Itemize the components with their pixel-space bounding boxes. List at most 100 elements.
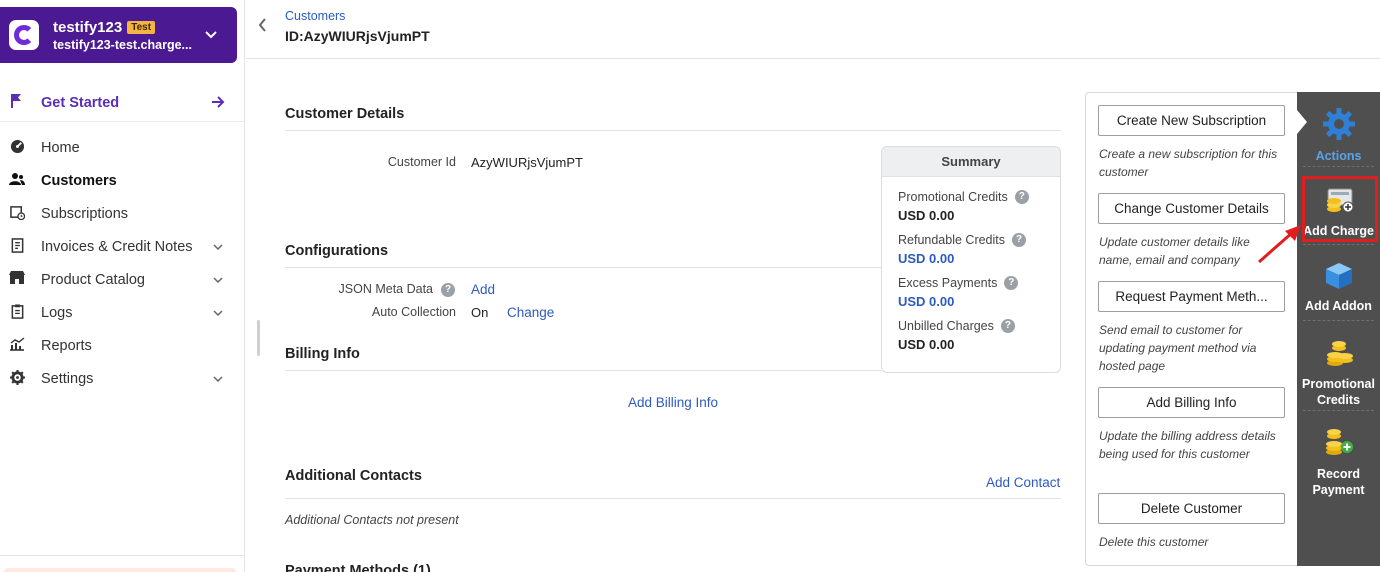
gear-icon	[9, 369, 25, 388]
site-name: testify123 Test	[53, 19, 192, 36]
summary-panel: Summary Promotional Credits? USD 0.00 Re…	[881, 146, 1061, 373]
add-contact-link[interactable]: Add Contact	[986, 475, 1060, 490]
page-header: Customers ID:AzyWIURjsVjumPT	[246, 0, 1380, 59]
divider	[285, 370, 881, 371]
rail-label: Add Addon	[1305, 299, 1372, 313]
site-name-text: testify123	[53, 18, 123, 36]
delete-customer-button[interactable]: Delete Customer	[1098, 493, 1285, 524]
help-icon[interactable]: ?	[1012, 233, 1027, 247]
summary-value-link[interactable]: USD 0.00	[898, 251, 1026, 266]
action-rail: Actions Add Charge Add Addon Promotional…	[1297, 92, 1380, 566]
help-icon[interactable]: ?	[1000, 319, 1015, 333]
summary-label: Unbilled Charges	[898, 319, 994, 333]
add-billing-info-button[interactable]: Add Billing Info	[1098, 387, 1285, 418]
flag-icon	[10, 93, 26, 113]
request-payment-method-button[interactable]: Request Payment Meth...	[1098, 281, 1285, 312]
back-chevron-icon[interactable]	[258, 18, 267, 36]
sidebar-item-label: Customers	[41, 172, 117, 189]
rail-actions-tab[interactable]: Actions	[1297, 106, 1380, 163]
rail-label: Promotional Credits	[1302, 377, 1375, 407]
coins-stack-icon	[1297, 336, 1380, 372]
help-icon[interactable]: ?	[441, 283, 455, 297]
sidebar-item-invoices[interactable]: Invoices & Credit Notes	[0, 230, 245, 263]
sidebar-item-label: Invoices & Credit Notes	[41, 238, 193, 255]
sidebar-item-logs[interactable]: Logs	[0, 296, 245, 329]
dashboard-icon	[9, 139, 25, 157]
payment-methods-heading: Payment Methods (1)	[285, 563, 431, 572]
summary-label: Excess Payments	[898, 276, 998, 290]
customer-id-value: AzyWIURjsVjumPT	[471, 155, 583, 170]
divider	[285, 267, 881, 268]
customer-details-heading: Customer Details	[285, 106, 405, 122]
billing-info-heading: Billing Info	[285, 346, 360, 362]
sidebar-item-label: Logs	[41, 304, 73, 321]
divider	[285, 498, 1061, 499]
arrow-right-icon	[211, 93, 225, 113]
rail-promotional-credits[interactable]: Promotional Credits	[1297, 336, 1380, 408]
change-customer-details-button[interactable]: Change Customer Details	[1098, 193, 1285, 224]
action-description: Delete this customer	[1099, 535, 1209, 549]
add-json-meta-link[interactable]: Add	[471, 282, 495, 297]
sidebar: testify123 Test testify123-test.charge..…	[0, 0, 245, 572]
summary-promotional-credits: Promotional Credits? USD 0.00	[898, 190, 1029, 223]
summary-refundable-credits: Refundable Credits? USD 0.00	[898, 233, 1027, 266]
site-info: testify123 Test testify123-test.charge..…	[53, 19, 192, 52]
rail-divider	[1303, 410, 1374, 411]
store-icon	[9, 271, 25, 288]
coins-add-icon	[1297, 426, 1380, 462]
sidebar-item-label: Settings	[41, 370, 94, 387]
rail-label: Actions	[1315, 149, 1362, 163]
chargebee-logo-icon	[9, 20, 39, 50]
summary-value: USD 0.00	[898, 208, 955, 223]
chart-icon	[9, 337, 25, 354]
sidebar-item-customers[interactable]: Customers	[0, 164, 245, 197]
auto-collection-label: Auto Collection	[371, 305, 456, 319]
summary-title: Summary	[882, 147, 1060, 177]
breadcrumb-customers[interactable]: Customers	[285, 9, 345, 23]
calendar-clock-icon	[9, 205, 25, 223]
sidebar-item-label: Subscriptions	[41, 205, 129, 222]
help-icon[interactable]: ?	[1014, 190, 1029, 204]
site-url: testify123-test.charge...	[53, 37, 192, 52]
site-switcher[interactable]: testify123 Test testify123-test.charge..…	[0, 7, 237, 63]
chevron-down-icon	[213, 241, 223, 253]
rail-record-payment[interactable]: Record Payment	[1297, 426, 1380, 498]
sidebar-item-product-catalog[interactable]: Product Catalog	[0, 263, 245, 296]
help-icon[interactable]: ?	[1004, 276, 1019, 290]
chevron-down-icon	[213, 274, 223, 286]
actions-panel: Create New Subscription Create a new sub…	[1085, 92, 1298, 566]
sidebar-item-settings[interactable]: Settings	[0, 362, 245, 395]
summary-unbilled-charges: Unbilled Charges? USD 0.00	[898, 319, 1015, 352]
no-contacts-note: Additional Contacts not present	[285, 513, 459, 527]
divider	[285, 130, 1061, 131]
clipboard-icon	[9, 303, 25, 322]
sidebar-item-subscriptions[interactable]: Subscriptions	[0, 197, 245, 230]
action-description: Update the billing address details being…	[1099, 429, 1276, 461]
json-meta-label: JSON Meta Data	[338, 282, 433, 296]
rail-divider	[1303, 320, 1374, 321]
page-title: ID:AzyWIURjsVjumPT	[285, 28, 430, 44]
chevron-down-icon	[205, 27, 217, 42]
chevron-down-icon	[213, 307, 223, 319]
summary-value: USD 0.00	[898, 337, 955, 352]
rail-label: Record Payment	[1312, 467, 1365, 497]
sidebar-item-reports[interactable]: Reports	[0, 329, 245, 362]
cube-icon	[1297, 260, 1380, 295]
sidebar-nav: Home Customers Subscriptions Invoices & …	[0, 131, 245, 395]
rail-add-addon[interactable]: Add Addon	[1297, 260, 1380, 313]
sidebar-item-home[interactable]: Home	[0, 131, 245, 164]
panel-resize-handle[interactable]	[257, 320, 260, 356]
invoice-icon	[9, 237, 25, 256]
summary-label: Promotional Credits	[898, 190, 1008, 204]
rail-divider	[1303, 244, 1374, 245]
rail-divider	[1303, 166, 1374, 167]
annotation-arrow-icon	[1258, 225, 1301, 264]
create-subscription-button[interactable]: Create New Subscription	[1098, 105, 1285, 136]
change-auto-collection-link[interactable]: Change	[507, 305, 554, 320]
configurations-heading: Configurations	[285, 243, 389, 259]
summary-excess-payments: Excess Payments? USD 0.00	[898, 276, 1019, 309]
add-billing-info-link[interactable]: Add Billing Info	[628, 395, 718, 410]
summary-value-link[interactable]: USD 0.00	[898, 294, 1018, 309]
additional-contacts-heading: Additional Contacts	[285, 468, 422, 484]
get-started-link[interactable]: Get Started	[0, 84, 245, 122]
